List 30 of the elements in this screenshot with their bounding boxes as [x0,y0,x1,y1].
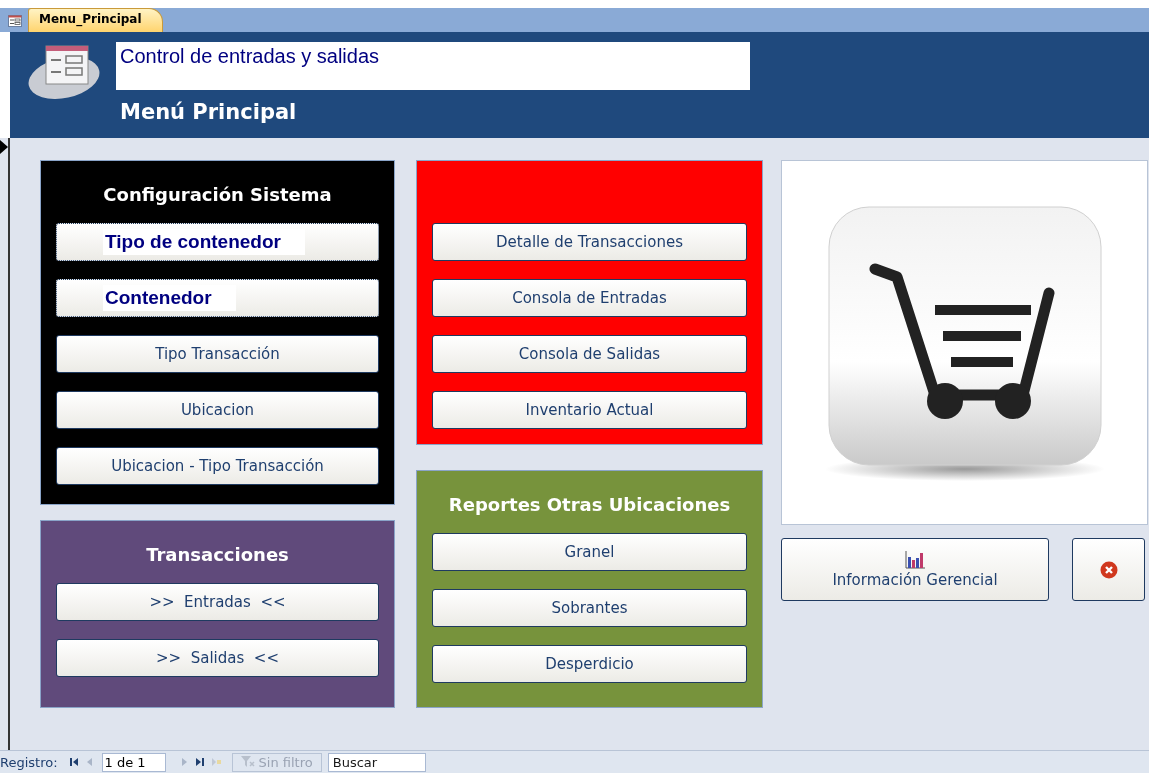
menu-button[interactable]: >> Entradas << [56,583,379,621]
form-icon [8,15,22,27]
menu-button[interactable]: Consola de Entradas [432,279,747,317]
record-label: Registro: [0,754,58,770]
menu-button[interactable]: Contenedor [56,279,379,317]
menu-button[interactable]: Tipo Transacción [56,335,379,373]
menu-button[interactable]: >> Salidas << [56,639,379,677]
menu-button[interactable]: Tipo de contenedor [56,223,379,261]
menu-button[interactable]: Inventario Actual [432,391,747,429]
record-position-field[interactable]: 1 de 1 [101,752,166,772]
record-selector-icon [0,140,8,154]
form-tab[interactable]: Menu_Principal [28,8,163,32]
menu-button[interactable]: Consola de Salidas [432,335,747,373]
menu-button[interactable]: Ubicacion [56,391,379,429]
panel-title: Transacciones [146,544,289,565]
bar-chart-icon [905,550,925,569]
form-title: Control de entradas y salidas [116,42,750,90]
close-icon [1099,560,1118,579]
filter-icon [240,756,255,768]
menu-button[interactable]: Detalle de Transacciones [432,223,747,261]
menu-button[interactable]: Ubicacion - Tipo Transacción [56,447,379,485]
menu-button[interactable]: Desperdicio [432,645,747,683]
close-button[interactable] [1072,538,1145,601]
menu-button[interactable]: Sobrantes [432,589,747,627]
panel-title: Configuración Sistema [103,184,332,205]
menu-button[interactable]: Granel [432,533,747,571]
search-field[interactable]: Buscar [327,752,426,772]
form-subtitle: Menú Principal [119,99,298,126]
panel-title: Reportes Otras Ubicaciones [448,494,731,515]
report-button[interactable]: Información Gerencial [781,538,1049,601]
